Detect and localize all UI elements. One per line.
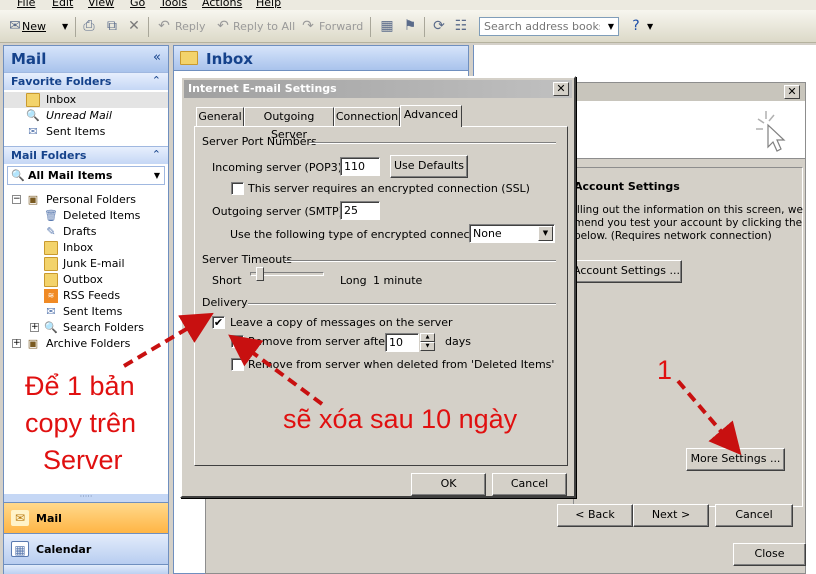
annotation-arrows (122, 312, 742, 456)
arrow-to-more-settings (676, 379, 742, 456)
arrow-to-remove-after (228, 334, 324, 406)
tab-advanced[interactable]: Advanced (400, 105, 462, 127)
annotation-middle: sẽ xóa sau 10 ngày (283, 404, 518, 434)
annotation-left-line-1: Để 1 bản (25, 371, 135, 401)
arrow-to-leave-copy (122, 312, 214, 368)
annotation-left-line-3: Server (43, 445, 123, 475)
annotation-left-line-2: copy trên (25, 408, 137, 438)
annotation-step-number: 1 (657, 355, 673, 385)
